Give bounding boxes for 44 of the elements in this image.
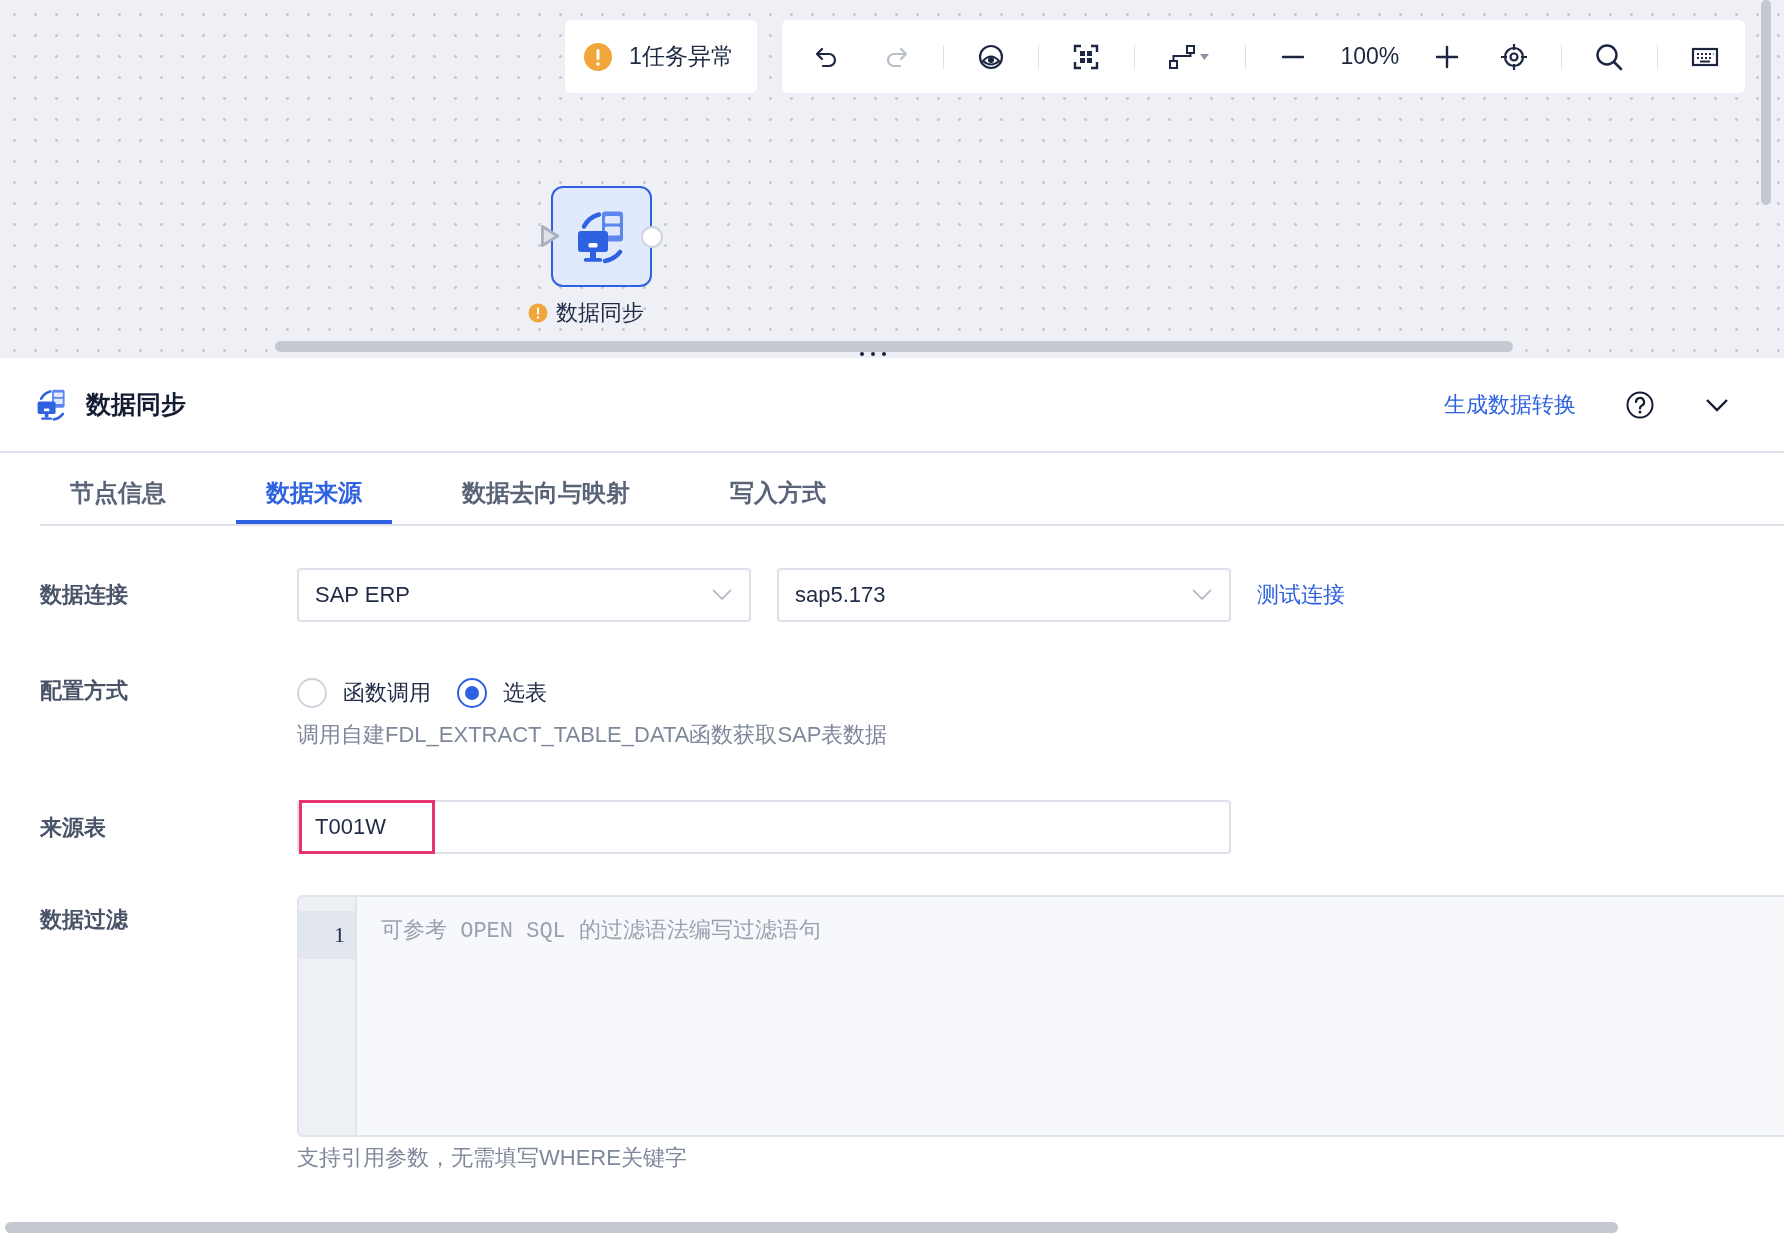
radio-option[interactable]: 选表 bbox=[457, 678, 547, 708]
field-label: 配置方式 bbox=[40, 678, 128, 703]
crosshair-icon bbox=[1499, 42, 1528, 71]
line-number: 1 bbox=[299, 911, 355, 959]
collapse-button[interactable] bbox=[1704, 396, 1730, 413]
hint-text: 支持引用参数，无需填写WHERE关键字 bbox=[297, 1144, 688, 1172]
eye-icon bbox=[976, 42, 1005, 71]
tab[interactable]: 节点信息 bbox=[40, 465, 196, 524]
radio-option[interactable]: 函数调用 bbox=[297, 678, 431, 708]
editor-placeholder: 可参考 OPEN SQL 的过滤语法编写过滤语句 bbox=[380, 918, 823, 946]
test-connection-link[interactable]: 测试连接 bbox=[1257, 580, 1345, 610]
select-field[interactable]: SAP ERP bbox=[297, 568, 751, 622]
chevron-down-icon bbox=[711, 588, 733, 602]
scrollbar[interactable] bbox=[5, 1222, 1618, 1233]
hint-text: 调用自建FDL_EXTRACT_TABLE_DATA函数获取SAP表数据 bbox=[297, 721, 889, 749]
field-label: 来源表 bbox=[40, 814, 106, 842]
fit-screen-icon bbox=[1072, 42, 1101, 71]
minus-icon bbox=[1281, 54, 1306, 59]
alert-badge[interactable]: 1任务异常 bbox=[565, 20, 757, 93]
tab[interactable]: 数据去向与映射 bbox=[432, 465, 660, 524]
code-editor[interactable]: 1 可参考 OPEN SQL 的过滤语法编写过滤语句 bbox=[297, 895, 1784, 1137]
layout-icon bbox=[1167, 42, 1212, 71]
search-icon bbox=[1595, 42, 1624, 71]
resize-grip-icon[interactable] bbox=[858, 350, 888, 358]
sync-node[interactable] bbox=[551, 186, 652, 287]
chevron-down-icon bbox=[1191, 588, 1213, 602]
scrollbar[interactable] bbox=[1761, 0, 1771, 205]
field-label: 数据过滤 bbox=[40, 907, 128, 932]
help-icon bbox=[1626, 390, 1654, 419]
tab[interactable]: 数据来源 bbox=[236, 465, 392, 524]
help-button[interactable] bbox=[1626, 390, 1654, 419]
generate-link[interactable]: 生成数据转换 bbox=[1444, 389, 1576, 420]
radio-button[interactable] bbox=[457, 678, 487, 708]
panel-title: 数据同步 bbox=[86, 389, 187, 420]
input-port-icon bbox=[541, 225, 559, 247]
select-field[interactable]: sap5.173 bbox=[777, 568, 1231, 622]
tab[interactable]: 写入方式 bbox=[700, 465, 856, 524]
chevron-down-icon bbox=[1704, 396, 1730, 413]
input-field[interactable]: T001W bbox=[297, 800, 1231, 854]
scrollbar[interactable] bbox=[275, 341, 1513, 352]
zoom-level: 100% bbox=[1340, 43, 1400, 70]
field-label: 数据连接 bbox=[40, 581, 128, 609]
warning-icon bbox=[583, 41, 613, 72]
node-label: 数据同步 bbox=[556, 299, 644, 327]
